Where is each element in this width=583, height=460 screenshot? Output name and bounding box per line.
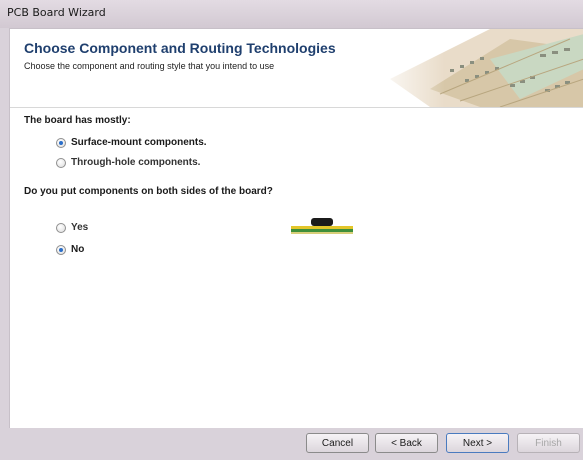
through-hole-option[interactable]: Through-hole components. xyxy=(56,157,200,168)
wizard-content: Choose Component and Routing Technologie… xyxy=(9,28,583,429)
cancel-button-label: Cancel xyxy=(321,437,354,449)
back-button[interactable]: < Back xyxy=(375,433,438,453)
surface-mount-radio[interactable] xyxy=(56,137,66,148)
single-side-board-diagram xyxy=(291,218,353,234)
surface-mount-label: Surface-mount components. xyxy=(71,137,207,148)
cancel-button[interactable]: Cancel xyxy=(306,433,369,453)
both-sides-no-radio[interactable] xyxy=(56,244,66,255)
wizard-footer: Cancel < Back Next > Finish xyxy=(9,428,583,460)
mostly-components-question: The board has mostly: xyxy=(24,115,131,126)
smd-component-icon xyxy=(311,218,333,226)
through-hole-label: Through-hole components. xyxy=(71,157,201,168)
next-button[interactable]: Next > xyxy=(446,433,509,453)
wizard-header: Choose Component and Routing Technologie… xyxy=(10,29,583,108)
back-button-label: < Back xyxy=(391,437,422,449)
both-sides-yes-radio[interactable] xyxy=(56,222,66,233)
next-button-label: Next > xyxy=(462,437,493,449)
both-sides-yes-label: Yes xyxy=(71,222,89,233)
both-sides-yes-option[interactable]: Yes xyxy=(56,222,88,233)
through-hole-radio[interactable] xyxy=(56,157,66,168)
pcb-board-wizard-window: PCB Board Wizard Choose Component and Ro… xyxy=(0,0,583,460)
pcb-header-image xyxy=(370,29,583,107)
title-bar[interactable]: PCB Board Wizard xyxy=(0,0,583,28)
finish-button[interactable]: Finish xyxy=(517,433,580,453)
page-subtitle: Choose the component and routing style t… xyxy=(24,61,275,71)
finish-button-label: Finish xyxy=(535,437,562,449)
board-substrate xyxy=(291,229,353,232)
copper-bottom-layer xyxy=(291,232,353,234)
both-sides-no-label: No xyxy=(71,244,85,255)
window-title: PCB Board Wizard xyxy=(7,6,106,19)
page-title: Choose Component and Routing Technologie… xyxy=(24,40,336,56)
both-sides-no-option[interactable]: No xyxy=(56,244,84,255)
surface-mount-option[interactable]: Surface-mount components. xyxy=(56,137,207,148)
both-sides-question: Do you put components on both sides of t… xyxy=(24,186,273,197)
copper-top-layer xyxy=(291,226,353,229)
